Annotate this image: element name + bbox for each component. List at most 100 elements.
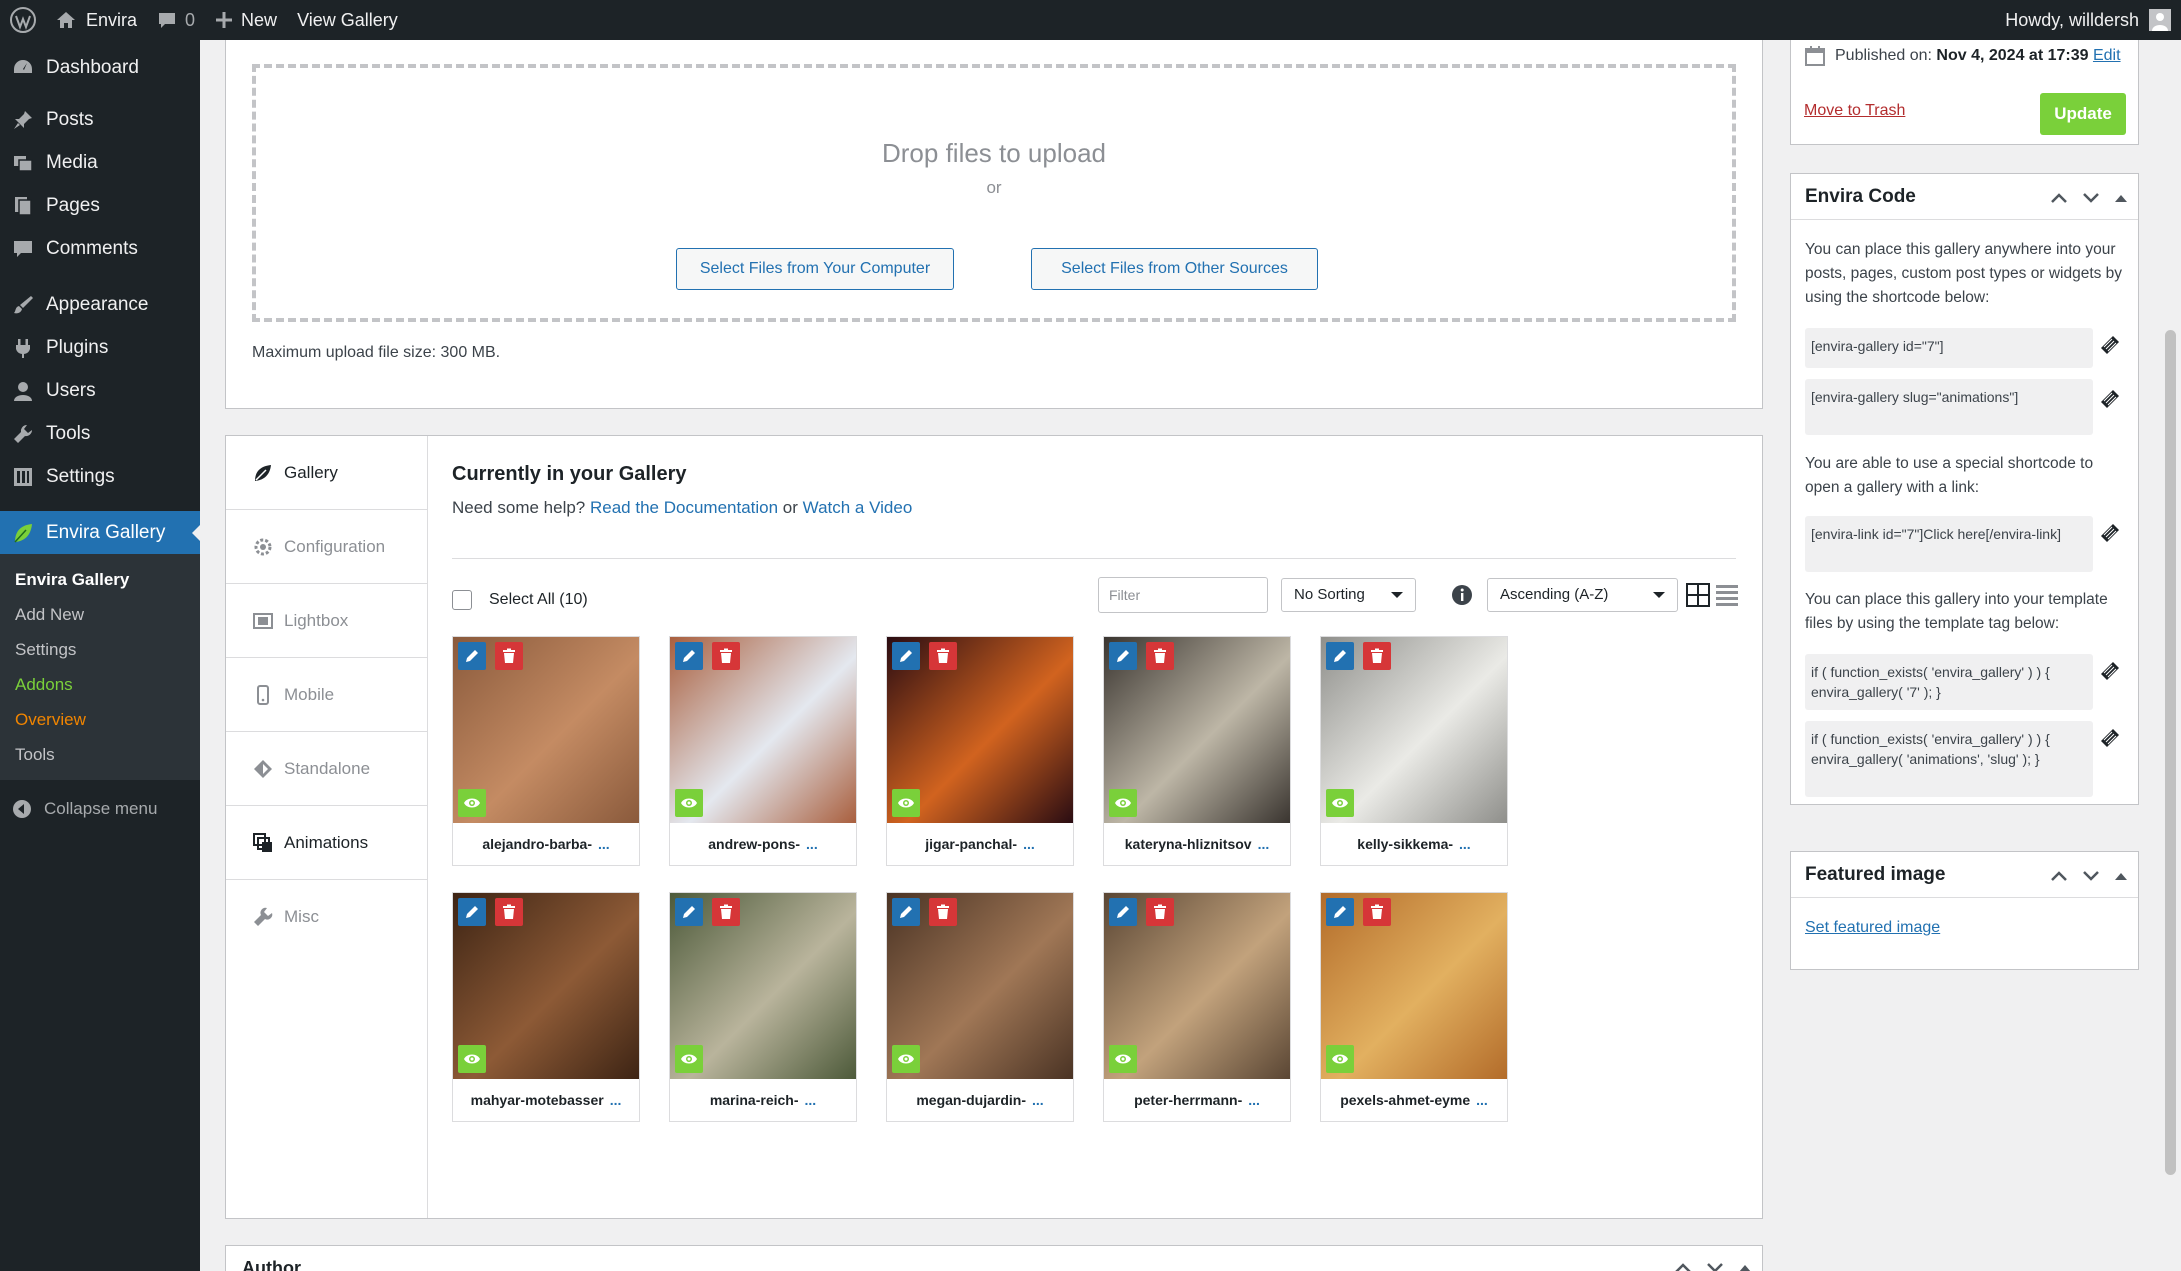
gallery-image-item[interactable]: kateryna-hliznitsov... <box>1103 636 1291 866</box>
sorting-select[interactable]: No Sorting <box>1281 578 1416 612</box>
delete-image-button[interactable] <box>712 898 740 926</box>
edit-image-button[interactable] <box>1326 898 1354 926</box>
submenu-settings[interactable]: Settings <box>0 632 200 667</box>
preview-image-button[interactable] <box>675 1045 703 1073</box>
gallery-image-item[interactable]: kelly-sikkema-... <box>1320 636 1508 866</box>
submenu-add-new[interactable]: Add New <box>0 597 200 632</box>
grid-view-icon[interactable] <box>1686 583 1710 612</box>
view-gallery-link[interactable]: View Gallery <box>287 0 408 40</box>
submenu-addons[interactable]: Addons <box>0 667 200 702</box>
chevron-down-icon[interactable] <box>2082 192 2100 204</box>
link-shortcode-field[interactable]: [envira-link id="7"]Click here[/envira-l… <box>1805 516 2093 572</box>
gallery-image-item[interactable]: peter-herrmann-... <box>1103 892 1291 1122</box>
copy-icon[interactable] <box>2097 658 2123 684</box>
preview-image-button[interactable] <box>1109 1045 1137 1073</box>
edit-date-link[interactable]: Edit <box>2093 47 2121 64</box>
edit-image-button[interactable] <box>675 898 703 926</box>
list-view-icon[interactable] <box>1715 583 1739 612</box>
preview-image-button[interactable] <box>1326 1045 1354 1073</box>
delete-image-button[interactable] <box>929 898 957 926</box>
image-options-link[interactable]: ... <box>1476 1092 1488 1108</box>
tab-configuration[interactable]: Configuration <box>226 510 427 584</box>
select-files-computer-button[interactable]: Select Files from Your Computer <box>676 248 954 290</box>
info-icon[interactable] <box>1451 584 1473 611</box>
site-name-link[interactable]: Envira <box>46 0 147 40</box>
toggle-up-icon[interactable] <box>2114 870 2128 882</box>
tab-standalone[interactable]: Standalone <box>226 732 427 806</box>
menu-comments[interactable]: Comments <box>0 227 200 270</box>
edit-image-button[interactable] <box>675 642 703 670</box>
delete-image-button[interactable] <box>1146 898 1174 926</box>
menu-users[interactable]: Users <box>0 369 200 412</box>
page-scrollbar[interactable] <box>2160 40 2181 1271</box>
update-button[interactable]: Update <box>2040 93 2126 135</box>
delete-image-button[interactable] <box>1363 898 1391 926</box>
menu-dashboard[interactable]: Dashboard <box>0 46 200 89</box>
chevron-up-icon[interactable] <box>2050 870 2068 882</box>
chevron-down-icon[interactable] <box>2082 870 2100 882</box>
tab-lightbox[interactable]: Lightbox <box>226 584 427 658</box>
delete-image-button[interactable] <box>495 898 523 926</box>
gallery-image-item[interactable]: pexels-ahmet-eyme... <box>1320 892 1508 1122</box>
documentation-link[interactable]: Read the Documentation <box>590 498 778 517</box>
preview-image-button[interactable] <box>675 789 703 817</box>
submenu-tools[interactable]: Tools <box>0 737 200 772</box>
tab-misc[interactable]: Misc <box>226 880 427 954</box>
image-options-link[interactable]: ... <box>1459 836 1471 852</box>
account-menu[interactable]: Howdy, willdersh <box>2005 9 2181 31</box>
edit-image-button[interactable] <box>1326 642 1354 670</box>
image-options-link[interactable]: ... <box>806 836 818 852</box>
image-options-link[interactable]: ... <box>1258 836 1270 852</box>
edit-image-button[interactable] <box>1109 642 1137 670</box>
delete-image-button[interactable] <box>1363 642 1391 670</box>
gallery-image-item[interactable]: marina-reich-... <box>669 892 857 1122</box>
wordpress-logo-icon[interactable] <box>0 0 46 40</box>
gallery-image-item[interactable]: andrew-pons-... <box>669 636 857 866</box>
edit-image-button[interactable] <box>458 642 486 670</box>
collapse-menu-button[interactable]: Collapse menu <box>0 786 200 831</box>
submenu-envira-gallery[interactable]: Envira Gallery <box>0 562 200 597</box>
filter-input[interactable]: Filter <box>1098 577 1268 613</box>
delete-image-button[interactable] <box>1146 642 1174 670</box>
image-options-link[interactable]: ... <box>610 1092 622 1108</box>
scrollbar-thumb[interactable] <box>2165 330 2176 1175</box>
template-tag-slug-field[interactable]: if ( function_exists( 'envira_gallery' )… <box>1805 721 2093 797</box>
copy-icon[interactable] <box>2097 725 2123 751</box>
preview-image-button[interactable] <box>892 1045 920 1073</box>
menu-posts[interactable]: Posts <box>0 98 200 141</box>
delete-image-button[interactable] <box>712 642 740 670</box>
shortcode-slug-field[interactable]: [envira-gallery slug="animations"] <box>1805 379 2093 435</box>
submenu-overview[interactable]: Overview <box>0 702 200 737</box>
delete-image-button[interactable] <box>495 642 523 670</box>
preview-image-button[interactable] <box>1109 789 1137 817</box>
template-tag-id-field[interactable]: if ( function_exists( 'envira_gallery' )… <box>1805 654 2093 710</box>
menu-envira-gallery[interactable]: Envira Gallery <box>0 511 200 554</box>
edit-image-button[interactable] <box>458 898 486 926</box>
menu-media[interactable]: Media <box>0 141 200 184</box>
menu-plugins[interactable]: Plugins <box>0 326 200 369</box>
edit-image-button[interactable] <box>1109 898 1137 926</box>
edit-image-button[interactable] <box>892 898 920 926</box>
copy-icon[interactable] <box>2097 386 2123 412</box>
move-to-trash-link[interactable]: Move to Trash <box>1804 102 1905 120</box>
drop-zone[interactable]: Drop files to upload or Select Files fro… <box>252 64 1736 322</box>
tab-gallery[interactable]: Gallery <box>226 436 427 510</box>
tab-mobile[interactable]: Mobile <box>226 658 427 732</box>
order-select[interactable]: Ascending (A-Z) <box>1487 578 1678 612</box>
tab-animations[interactable]: Animations <box>226 806 427 880</box>
preview-image-button[interactable] <box>458 1045 486 1073</box>
chevron-up-icon[interactable] <box>1674 1262 1692 1271</box>
preview-image-button[interactable] <box>458 789 486 817</box>
menu-pages[interactable]: Pages <box>0 184 200 227</box>
menu-appearance[interactable]: Appearance <box>0 283 200 326</box>
menu-tools[interactable]: Tools <box>0 412 200 455</box>
set-featured-image-link[interactable]: Set featured image <box>1805 919 1940 937</box>
preview-image-button[interactable] <box>892 789 920 817</box>
toggle-up-icon[interactable] <box>2114 192 2128 204</box>
gallery-image-item[interactable]: mahyar-motebasser... <box>452 892 640 1122</box>
preview-image-button[interactable] <box>1326 789 1354 817</box>
menu-settings[interactable]: Settings <box>0 455 200 498</box>
copy-icon[interactable] <box>2097 332 2123 358</box>
image-options-link[interactable]: ... <box>805 1092 817 1108</box>
toggle-up-icon[interactable] <box>1738 1262 1752 1271</box>
